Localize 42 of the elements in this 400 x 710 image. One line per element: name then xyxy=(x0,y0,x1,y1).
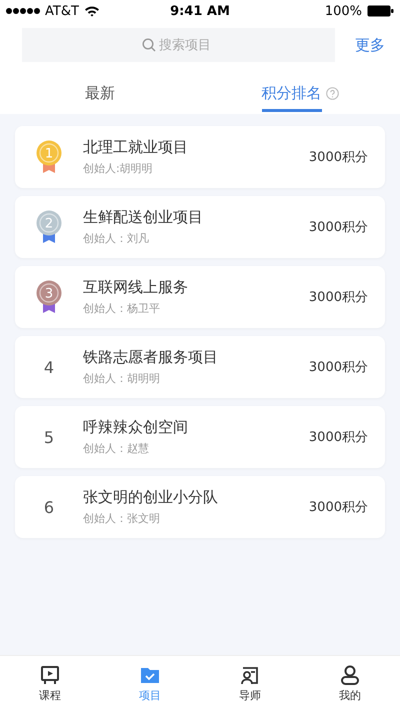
search-icon xyxy=(142,38,156,52)
points-value: 3000积分 xyxy=(308,219,368,236)
status-time: 9:41 AM xyxy=(170,4,230,18)
points-value: 3000积分 xyxy=(308,499,368,516)
tab[interactable]: 最新 xyxy=(0,72,200,114)
signal-icon xyxy=(6,7,40,15)
project-title: 生鲜配送创业项目 xyxy=(83,208,204,227)
project-card[interactable]: 2 生鲜配送创业项目 创始人：刘凡 3000积分 xyxy=(15,196,385,258)
battery-percent: 100% xyxy=(324,4,362,18)
search-field[interactable]: 搜索项目 xyxy=(22,28,335,62)
user-icon xyxy=(339,664,361,686)
founder-name: 创始人:胡明明 xyxy=(83,161,154,176)
nav-tab[interactable]: 导师 xyxy=(200,656,300,710)
founder-name: 创始人：张文明 xyxy=(83,511,161,526)
wifi-icon xyxy=(84,5,100,17)
project-title: 张文明的创业小分队 xyxy=(83,488,219,507)
project-card[interactable]: 1 北理工就业项目 创始人:胡明明 3000积分 xyxy=(15,126,385,188)
nav-tab[interactable]: 我的 xyxy=(300,656,400,710)
founder-name: 创始人：胡明明 xyxy=(83,371,161,386)
screen-icon xyxy=(39,664,61,686)
project-title: 铁路志愿者服务项目 xyxy=(83,348,219,367)
founder-name: 创始人：杨卫平 xyxy=(83,301,161,316)
project-title: 北理工就业项目 xyxy=(83,138,189,157)
project-card[interactable]: 5 呼辣辣众创空间 创始人：赵慧 3000积分 xyxy=(15,406,385,468)
founder-name: 创始人：赵慧 xyxy=(83,441,150,456)
more-link[interactable]: 更多 xyxy=(355,36,385,54)
founder-name: 创始人：刘凡 xyxy=(83,231,150,246)
nav-tab[interactable]: 课程 xyxy=(0,656,100,710)
rank-number: 5 xyxy=(44,428,54,446)
project-card[interactable]: 6 张文明的创业小分队 创始人：张文明 3000积分 xyxy=(15,476,385,538)
rank-number: 6 xyxy=(44,498,54,516)
project-title: 呼辣辣众创空间 xyxy=(83,418,189,437)
project-title: 互联网线上服务 xyxy=(83,278,189,297)
points-value: 3000积分 xyxy=(308,359,368,376)
project-card[interactable]: 4 铁路志愿者服务项目 创始人：胡明明 3000积分 xyxy=(15,336,385,398)
battery-icon xyxy=(366,5,394,17)
points-value: 3000积分 xyxy=(308,289,368,306)
project-card[interactable]: 3 互联网线上服务 创始人：杨卫平 3000积分 xyxy=(15,266,385,328)
points-value: 3000积分 xyxy=(308,149,368,166)
carrier-name: AT&T xyxy=(45,4,79,18)
points-value: 3000积分 xyxy=(308,429,368,446)
rank-number: 4 xyxy=(44,358,54,376)
